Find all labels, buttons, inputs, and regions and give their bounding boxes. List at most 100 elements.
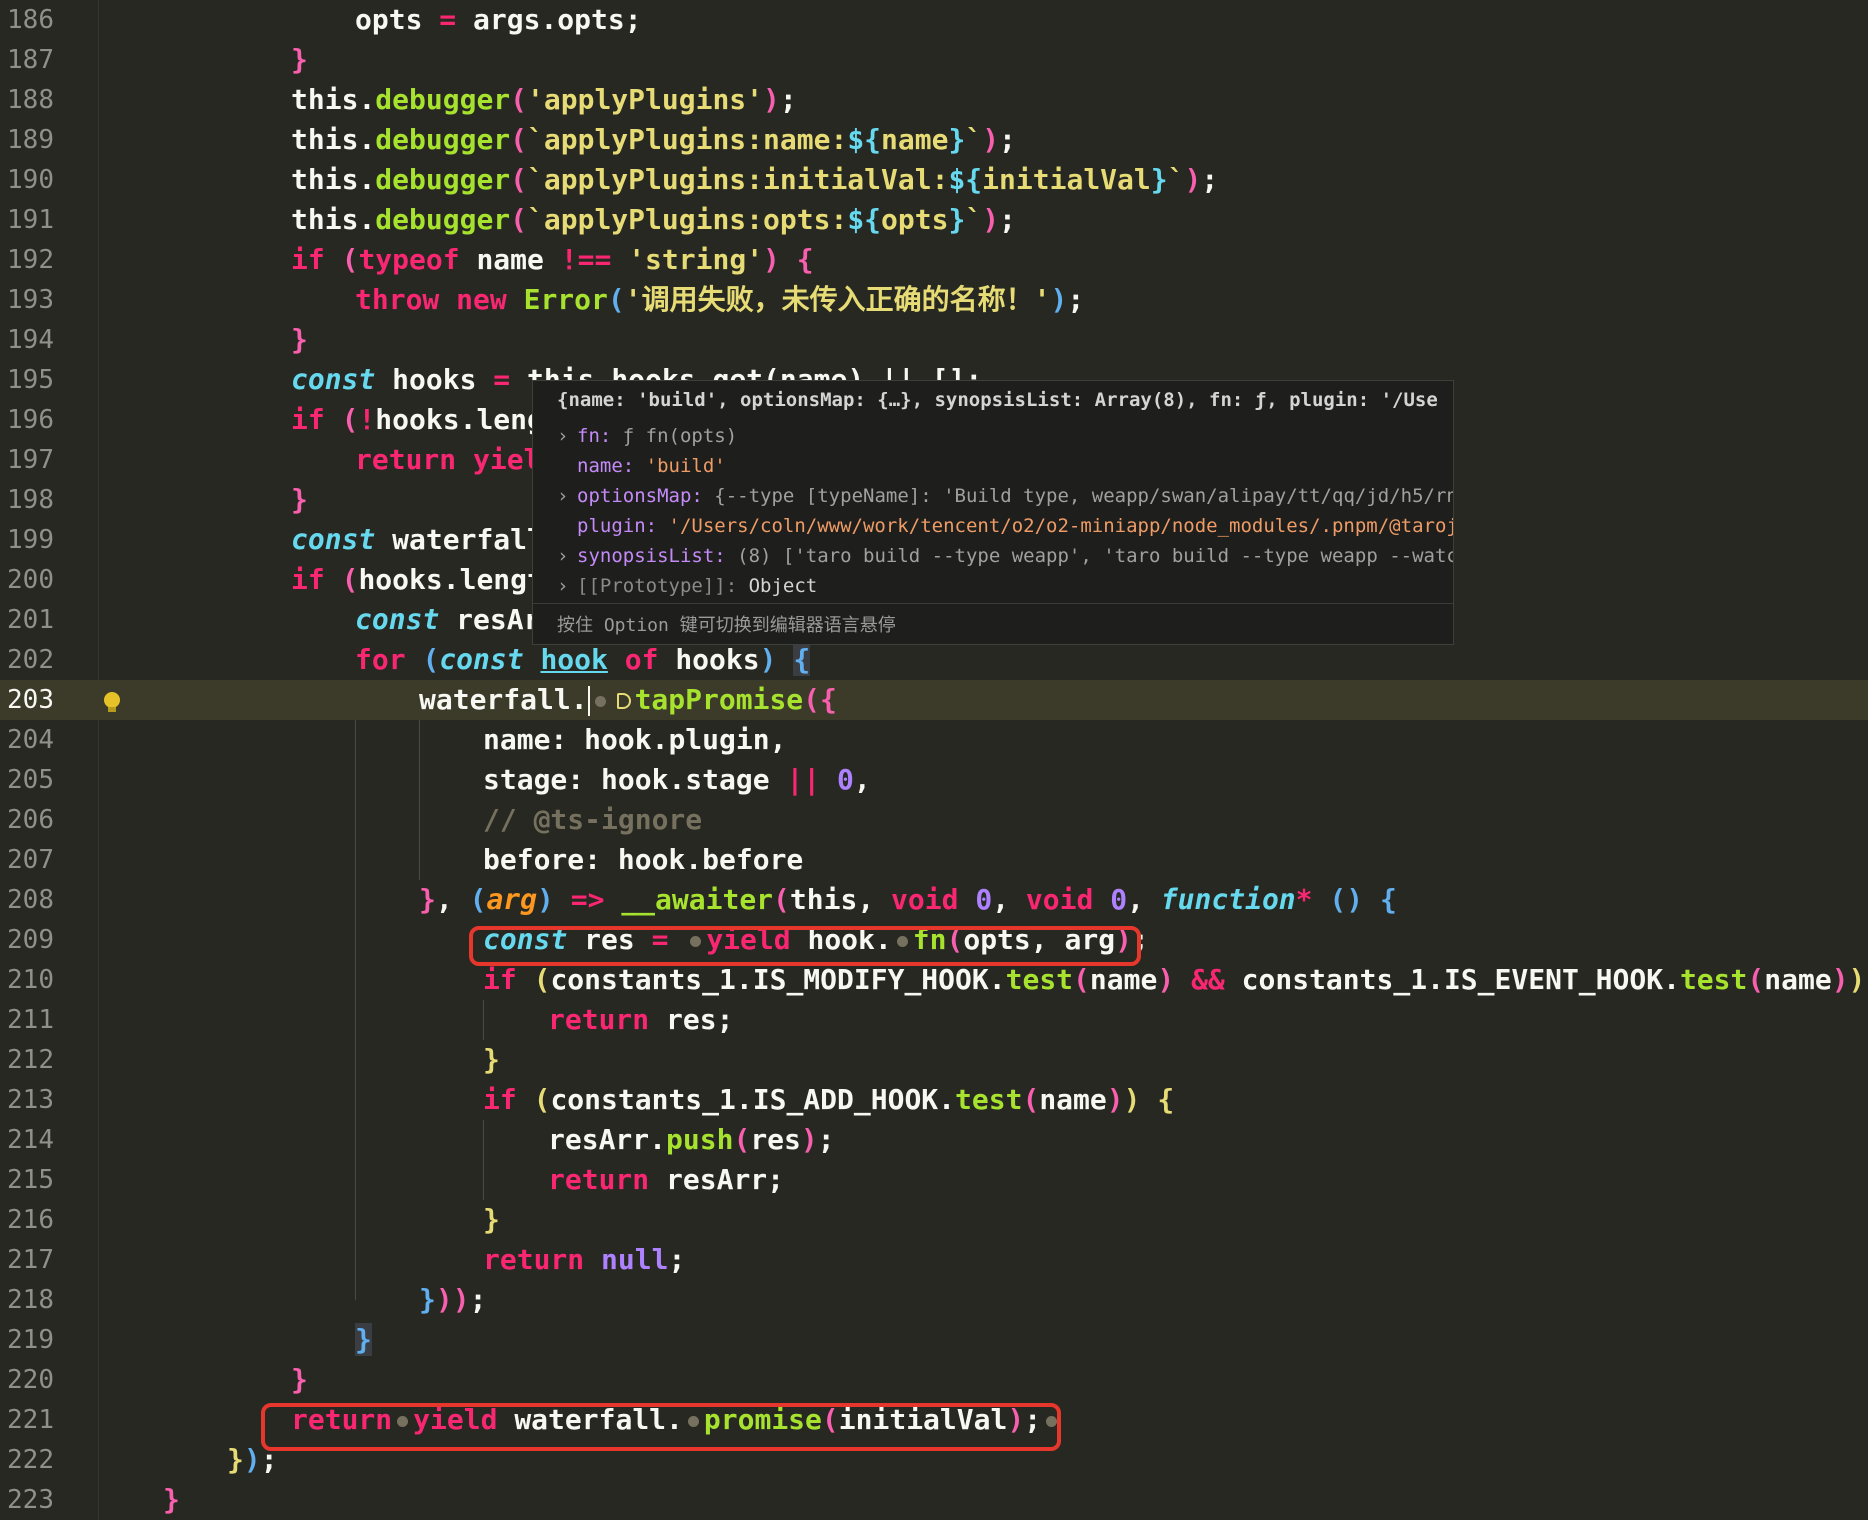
code-text[interactable]: });	[227, 1440, 278, 1480]
chevron-right-icon[interactable]: ›	[557, 421, 577, 451]
code-line[interactable]: 212 }	[0, 1040, 1868, 1080]
inlay-dot-icon	[594, 695, 606, 707]
code-text[interactable]: return resArr;	[548, 1160, 784, 1200]
code-line[interactable]: 223 }	[0, 1480, 1868, 1520]
code-line[interactable]: 192 if (typeof name !== 'string') {	[0, 240, 1868, 280]
lightbulb-icon[interactable]	[104, 692, 120, 712]
line-number: 214	[7, 1125, 54, 1155]
code-text[interactable]: waterfall. tapPromise({	[419, 680, 837, 720]
code-text[interactable]: stage: hook.stage || 0,	[483, 760, 871, 800]
code-text[interactable]: this.debugger(`applyPlugins:initialVal:$…	[291, 160, 1218, 200]
code-text[interactable]: this.debugger(`applyPlugins:name:${name}…	[291, 120, 1016, 160]
code-text[interactable]: before: hook.before	[483, 840, 803, 880]
line-number: 213	[7, 1085, 54, 1115]
chevron-right-icon[interactable]: ›	[557, 481, 577, 511]
code-line[interactable]: 193 throw new Error('调用失败，未传入正确的名称！');	[0, 280, 1868, 320]
code-line[interactable]: 220 }	[0, 1360, 1868, 1400]
code-text[interactable]: if (!hooks.leng	[291, 400, 544, 440]
line-number: 223	[7, 1485, 54, 1515]
line-number: 188	[7, 85, 54, 115]
code-line[interactable]: 191 this.debugger(`applyPlugins:opts:${o…	[0, 200, 1868, 240]
code-text[interactable]: }	[483, 1040, 500, 1080]
code-line[interactable]: 210 if (constants_1.IS_MODIFY_HOOK.test(…	[0, 960, 1868, 1000]
code-line[interactable]: 202 for (const hook of hooks) {	[0, 640, 1868, 680]
code-line[interactable]: 215 return resArr;	[0, 1160, 1868, 1200]
code-line[interactable]: 219 }	[0, 1320, 1868, 1360]
line-number: 219	[7, 1325, 54, 1355]
code-text[interactable]: for (const hook of hooks) {	[355, 640, 811, 680]
tooltip-row-optionsmap[interactable]: › optionsMap: {--type [typeName]: 'Build …	[557, 481, 1453, 511]
code-text[interactable]: if (hooks.lengt	[291, 560, 544, 600]
code-line[interactable]: 186 opts = args.opts;	[0, 0, 1868, 40]
code-line[interactable]: 207 before: hook.before	[0, 840, 1868, 880]
debug-hover-tooltip[interactable]: {name: 'build', optionsMap: {…}, synopsi…	[532, 380, 1454, 645]
code-text[interactable]: return null;	[483, 1240, 685, 1280]
line-number: 192	[7, 245, 54, 275]
code-line[interactable]: 208 }, (arg) => __awaiter(this, void 0, …	[0, 880, 1868, 920]
code-text[interactable]: this.debugger(`applyPlugins:opts:${opts}…	[291, 200, 1016, 240]
code-text[interactable]: }	[483, 1200, 500, 1240]
tooltip-header: {name: 'build', optionsMap: {…}, synopsi…	[557, 389, 1437, 411]
code-line[interactable]: 214 resArr.push(res);	[0, 1120, 1868, 1160]
code-line[interactable]: 190 this.debugger(`applyPlugins:initialV…	[0, 160, 1868, 200]
tooltip-row-fn[interactable]: › fn: ƒ fn(opts)	[557, 421, 1453, 451]
code-editor[interactable]: 186 opts = args.opts; 187 } 188 this.deb…	[0, 0, 1868, 1520]
tooltip-row-prototype[interactable]: › [[Prototype]]: Object	[557, 571, 1453, 601]
code-text[interactable]: opts = args.opts;	[355, 0, 642, 40]
code-line[interactable]: 187 }	[0, 40, 1868, 80]
code-line[interactable]: 204 name: hook.plugin,	[0, 720, 1868, 760]
code-line[interactable]: 218 }));	[0, 1280, 1868, 1320]
code-text[interactable]: }	[291, 480, 308, 520]
code-text[interactable]: throw new Error('调用失败，未传入正确的名称！');	[355, 280, 1084, 320]
code-line[interactable]: 206 // @ts-ignore	[0, 800, 1868, 840]
code-line[interactable]: 213 if (constants_1.IS_ADD_HOOK.test(nam…	[0, 1080, 1868, 1120]
code-line[interactable]: 205 stage: hook.stage || 0,	[0, 760, 1868, 800]
indent-guide	[355, 720, 356, 1300]
code-text[interactable]: }	[291, 1360, 308, 1400]
code-line[interactable]: 194 }	[0, 320, 1868, 360]
code-line[interactable]: 222 });	[0, 1440, 1868, 1480]
line-number: 197	[7, 445, 54, 475]
line-number: 193	[7, 285, 54, 315]
code-text[interactable]: const resAr	[355, 600, 540, 640]
code-text[interactable]: }	[291, 320, 308, 360]
code-text[interactable]: if (constants_1.IS_ADD_HOOK.test(name)) …	[483, 1080, 1174, 1120]
code-line[interactable]: 188 this.debugger('applyPlugins');	[0, 80, 1868, 120]
code-text[interactable]: }));	[419, 1280, 486, 1320]
chevron-right-icon[interactable]: ›	[557, 571, 577, 601]
code-text[interactable]: if (typeof name !== 'string') {	[291, 240, 814, 280]
line-number: 221	[7, 1405, 54, 1435]
code-line[interactable]: 216 }	[0, 1200, 1868, 1240]
tooltip-row-plugin: plugin: '/Users/coln/www/work/tencent/o2…	[577, 515, 1453, 537]
line-number: 205	[7, 765, 54, 795]
code-text[interactable]: const waterfall	[291, 520, 544, 560]
code-text[interactable]: return res;	[548, 1000, 733, 1040]
tag-hint-icon[interactable]	[616, 693, 631, 709]
code-line[interactable]: 211 return res;	[0, 1000, 1868, 1040]
code-line[interactable]: 189 this.debugger(`applyPlugins:name:${n…	[0, 120, 1868, 160]
code-text[interactable]: }	[355, 1320, 372, 1360]
tooltip-row-synopsislist[interactable]: › synopsisList: (8) ['taro build --type w…	[557, 541, 1453, 571]
code-text[interactable]: }	[291, 40, 308, 80]
line-number: 190	[7, 165, 54, 195]
line-number: 207	[7, 845, 54, 875]
code-comment[interactable]: // @ts-ignore	[483, 800, 702, 840]
tooltip-divider	[533, 603, 1453, 604]
current-line[interactable]: 203 waterfall. tapPromise({	[0, 680, 1868, 720]
code-line[interactable]: 217 return null;	[0, 1240, 1868, 1280]
line-number: 196	[7, 405, 54, 435]
code-text[interactable]: return yiel	[355, 440, 540, 480]
code-text[interactable]: }, (arg) => __awaiter(this, void 0, void…	[419, 880, 1397, 920]
line-number: 211	[7, 1005, 54, 1035]
indent-guide	[419, 720, 420, 880]
line-number: 186	[7, 5, 54, 35]
code-text[interactable]: this.debugger('applyPlugins');	[291, 80, 797, 120]
code-text[interactable]: }	[163, 1480, 180, 1520]
code-text[interactable]: if (constants_1.IS_MODIFY_HOOK.test(name…	[483, 960, 1868, 1000]
code-text[interactable]: name: hook.plugin,	[483, 720, 786, 760]
tooltip-row-name: name: 'build'	[577, 455, 726, 477]
chevron-right-icon[interactable]: ›	[557, 541, 577, 571]
code-text[interactable]: resArr.push(res);	[548, 1120, 835, 1160]
line-number: 198	[7, 485, 54, 515]
line-number: 199	[7, 525, 54, 555]
